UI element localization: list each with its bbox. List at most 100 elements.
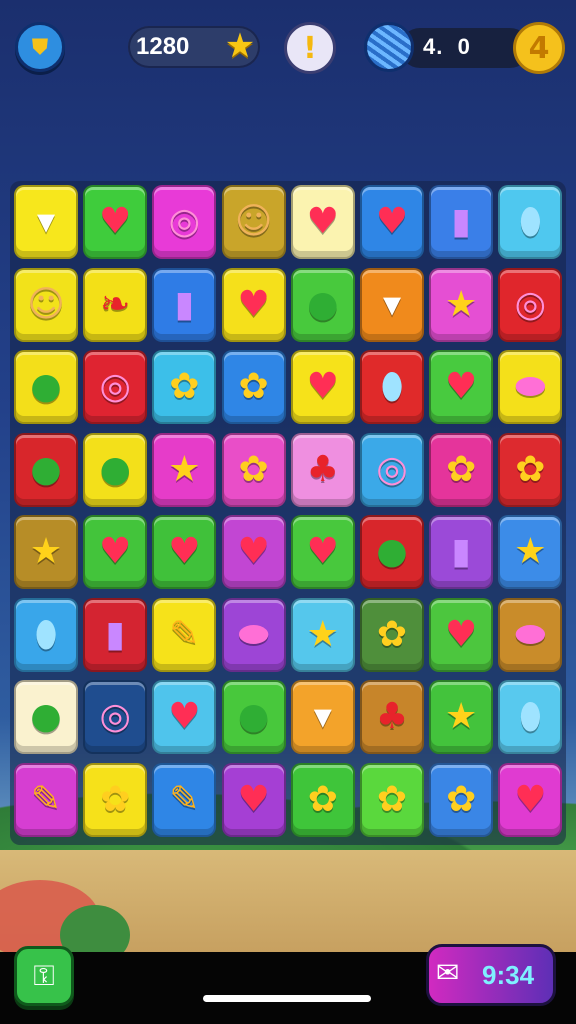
- tile-flower[interactable]: ✿: [221, 350, 286, 424]
- tile-face[interactable]: ☺: [221, 185, 286, 259]
- tile-star[interactable]: ★: [429, 680, 494, 754]
- ball-button[interactable]: [364, 22, 414, 72]
- tile-melon[interactable]: ●: [83, 432, 148, 507]
- tile-heart[interactable]: ♥: [290, 185, 355, 259]
- tile-heart[interactable]: ♥: [152, 680, 217, 754]
- donut-icon: ◎: [168, 201, 201, 242]
- heart-icon: ♥: [99, 531, 132, 572]
- melon-icon: ●: [376, 531, 408, 572]
- tile-heart[interactable]: ♥: [429, 597, 494, 672]
- star-icon: ★: [224, 26, 256, 66]
- tile-melon[interactable]: ●: [14, 680, 78, 754]
- bottle-icon: ▮: [105, 613, 126, 655]
- tile-flower[interactable]: ✿: [152, 350, 217, 424]
- heart-icon: ♥: [445, 613, 478, 655]
- tile-berry[interactable]: ♣: [360, 680, 424, 754]
- home-indicator[interactable]: [203, 995, 371, 1002]
- coin-count: 9:34: [482, 960, 535, 990]
- tile-donut[interactable]: ◎: [360, 432, 424, 507]
- tile-flower[interactable]: ✿: [498, 432, 563, 507]
- face-icon: ☺: [234, 201, 273, 242]
- tile-gem[interactable]: ⬮: [360, 350, 424, 424]
- tile-face[interactable]: ☺: [14, 267, 78, 342]
- tile-bottle[interactable]: ▮: [83, 597, 148, 672]
- tile-flower[interactable]: ✿: [221, 432, 286, 507]
- heart-icon: ♥: [375, 201, 409, 242]
- tile-flower[interactable]: ✿: [429, 432, 494, 507]
- tile-star[interactable]: ★: [290, 597, 355, 672]
- bow-icon: ❧: [100, 283, 131, 325]
- tile-bottle[interactable]: ▮: [429, 185, 494, 259]
- tile-heart[interactable]: ♥: [290, 515, 355, 589]
- tile-gem[interactable]: ⬮: [14, 597, 78, 672]
- tile-pencil[interactable]: ✎: [14, 762, 78, 837]
- tile-star[interactable]: ★: [14, 515, 78, 589]
- tile-heart[interactable]: ♥: [152, 515, 217, 589]
- tile-melon[interactable]: ●: [360, 515, 424, 589]
- alert-button[interactable]: !: [284, 22, 336, 74]
- key-button[interactable]: ⚿: [14, 946, 74, 1006]
- tile-donut[interactable]: ◎: [83, 680, 148, 754]
- tile-heart[interactable]: ♥: [221, 515, 286, 589]
- donut-icon: ◎: [99, 366, 131, 407]
- tile-cup[interactable]: ▾: [360, 267, 424, 342]
- tile-bow[interactable]: ❧: [83, 267, 148, 342]
- flower-icon: ✿: [238, 448, 269, 490]
- tile-pencil[interactable]: ✎: [152, 597, 217, 672]
- melon-icon: ●: [237, 696, 270, 737]
- tile-melon[interactable]: ●: [14, 350, 78, 424]
- tile-flower[interactable]: ✿: [83, 762, 148, 837]
- tile-pencil[interactable]: ✎: [152, 762, 217, 837]
- heart-icon: ♥: [445, 366, 478, 407]
- tile-heart[interactable]: ♥: [360, 185, 424, 259]
- tile-donut[interactable]: ◎: [152, 185, 217, 259]
- tile-heart[interactable]: ♥: [290, 350, 355, 424]
- tile-cup[interactable]: ▾: [14, 185, 78, 259]
- tile-star[interactable]: ★: [498, 515, 563, 589]
- tile-flower[interactable]: ✿: [290, 762, 355, 837]
- tile-flower[interactable]: ✿: [360, 597, 424, 672]
- tile-berry[interactable]: ♣: [290, 432, 355, 507]
- tile-star[interactable]: ★: [152, 432, 217, 507]
- tile-flower[interactable]: ✿: [360, 762, 424, 837]
- tile-donut[interactable]: ◎: [83, 350, 148, 424]
- heart-icon: ♥: [99, 201, 132, 242]
- flower-icon: ✿: [446, 778, 477, 820]
- berry-icon: ♣: [306, 448, 339, 490]
- tile-melon[interactable]: ●: [14, 432, 78, 507]
- tile-cup[interactable]: ▾: [290, 680, 355, 754]
- tile-heart[interactable]: ♥: [83, 185, 148, 259]
- tile-heart[interactable]: ♥: [83, 515, 148, 589]
- tile-candy[interactable]: ⬬: [498, 350, 563, 424]
- tile-heart[interactable]: ♥: [221, 762, 286, 837]
- tile-melon[interactable]: ●: [290, 267, 355, 342]
- tile-bottle[interactable]: ▮: [429, 515, 494, 589]
- tile-donut[interactable]: ◎: [498, 267, 563, 342]
- flower-icon: ✿: [376, 613, 408, 655]
- donut-icon: ◎: [99, 696, 131, 737]
- score-value: 1280: [136, 33, 190, 60]
- heart-icon: ♥: [514, 778, 547, 820]
- tile-bottle[interactable]: ▮: [152, 267, 217, 342]
- tile-heart[interactable]: ♥: [429, 350, 494, 424]
- star-icon: ★: [29, 531, 63, 572]
- bottle-icon: ▮: [174, 283, 195, 325]
- game-board: ▾ ♥ ◎ ☺ ♥ ♥ ▮ ⬮ ☺ ❧ ▮ ♥ ● ▾ ★ ◎ ● ◎ ✿ ✿ ♥ ⬮ ♥ ⬬ ● ● ★ ✿ ♣ ◎ ✿ ✿ ★ ♥ ♥ ♥ ♥ ● ▮ ★…: [10, 181, 566, 845]
- tile-candy[interactable]: ⬬: [221, 597, 286, 672]
- moves-value: 4. 0: [423, 34, 471, 59]
- star-icon: ★: [445, 696, 478, 737]
- cup-icon: ▾: [36, 201, 56, 242]
- star-icon: ★: [445, 283, 478, 325]
- shield-button[interactable]: ⛊: [15, 22, 65, 72]
- tile-flower[interactable]: ✿: [429, 762, 494, 837]
- gem-icon: ⬮: [519, 201, 542, 242]
- tile-gem[interactable]: ⬮: [498, 680, 563, 754]
- tile-melon[interactable]: ●: [221, 680, 286, 754]
- tile-heart[interactable]: ♥: [221, 267, 286, 342]
- pencil-icon: ✎: [30, 778, 62, 820]
- tile-gem[interactable]: ⬮: [498, 185, 563, 259]
- tile-heart[interactable]: ♥: [498, 762, 563, 837]
- tile-candy[interactable]: ⬬: [498, 597, 563, 672]
- heart-icon: ♥: [237, 778, 270, 820]
- tile-star[interactable]: ★: [429, 267, 494, 342]
